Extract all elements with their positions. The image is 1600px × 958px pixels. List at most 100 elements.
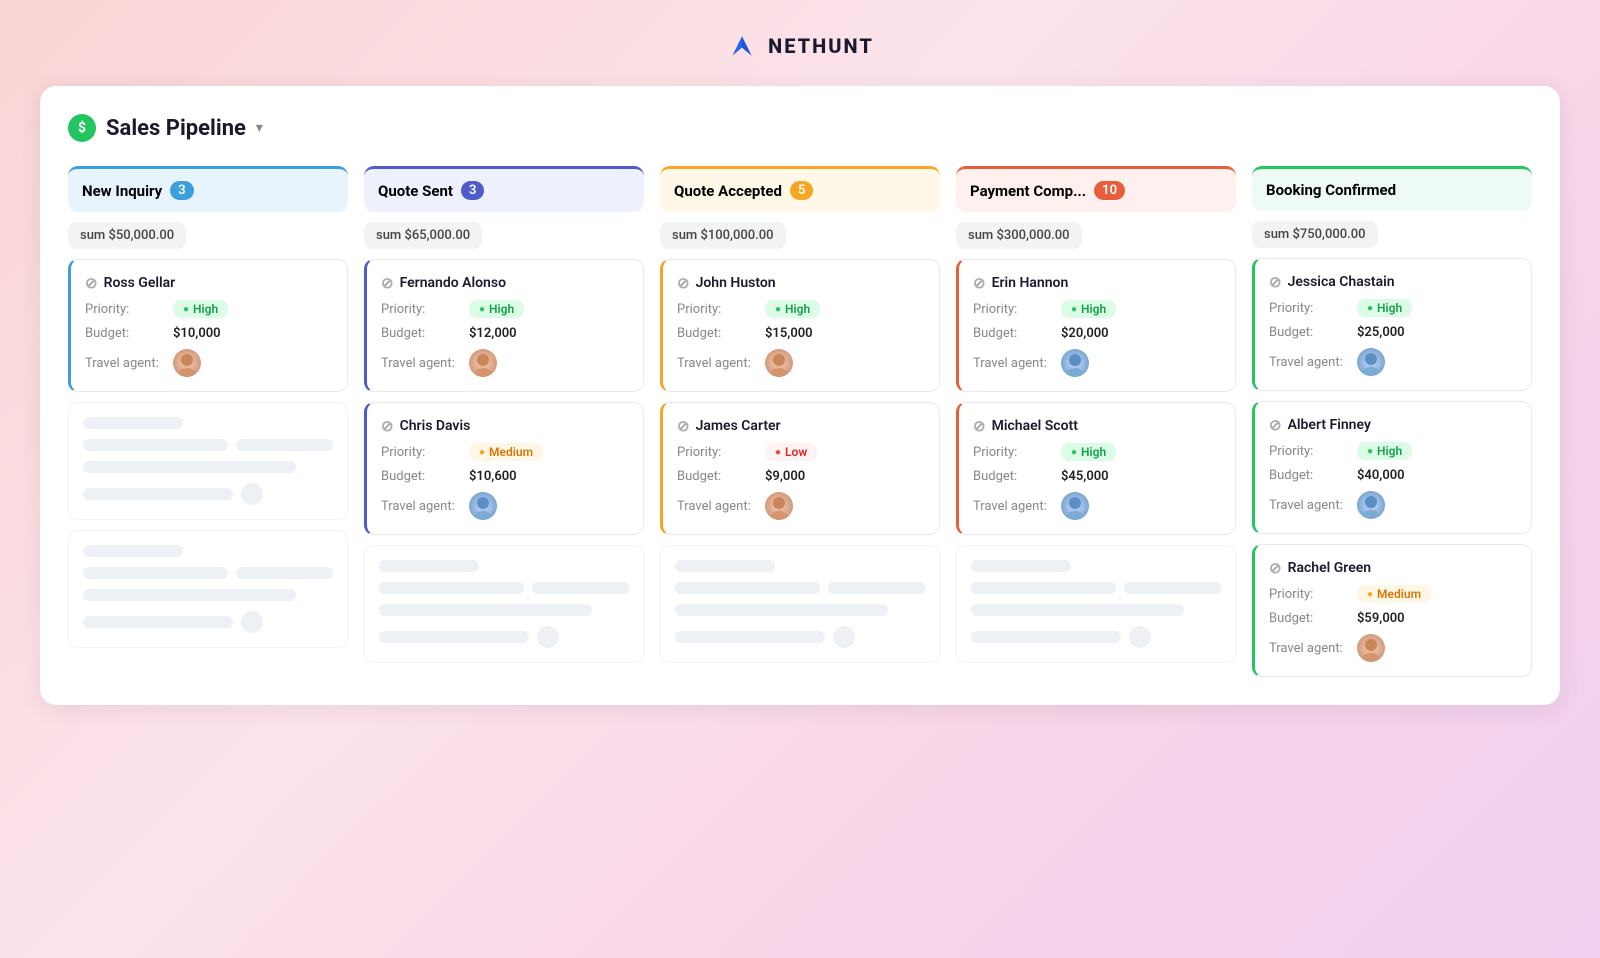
- nethunt-logo: NetHunt: [726, 30, 874, 62]
- card-name: ⊘ John Huston: [677, 274, 925, 292]
- priority-dot: ●: [1367, 446, 1373, 457]
- card-erin-hannon[interactable]: ⊘ Erin Hannon Priority: ● High Budget: $…: [956, 259, 1236, 392]
- skeleton-card-5: [956, 545, 1236, 663]
- card-name: ⊘ Chris Davis: [381, 417, 629, 435]
- column-payment-comp: Payment Comp... 10 sum $300,000.00 ⊘ Eri…: [956, 166, 1236, 677]
- column-count-new-inquiry: 3: [170, 181, 193, 200]
- columns-wrapper: New Inquiry 3 sum $50,000.00 ⊘ Ross Gell…: [68, 166, 1532, 677]
- column-quote-accepted: Quote Accepted 5 sum $100,000.00 ⊘ John …: [660, 166, 940, 677]
- check-icon: ⊘: [973, 417, 986, 435]
- priority-badge-low: ● Low: [765, 443, 817, 461]
- card-agent-row: Travel agent:: [381, 492, 629, 520]
- card-name: ⊘ Albert Finney: [1269, 416, 1517, 434]
- priority-badge-high: ● High: [1061, 300, 1116, 318]
- board-title-chevron-icon[interactable]: ▾: [256, 120, 263, 136]
- card-budget-row: Budget: $9,000: [677, 469, 925, 484]
- priority-dot: ●: [775, 447, 781, 458]
- priority-dot: ●: [775, 304, 781, 315]
- check-icon: ⊘: [381, 274, 394, 292]
- card-priority-row: Priority: ● High: [85, 300, 333, 318]
- card-agent-row: Travel agent:: [677, 349, 925, 377]
- priority-badge-high: ● High: [1061, 443, 1116, 461]
- card-albert-finney[interactable]: ⊘ Albert Finney Priority: ● High Budget:…: [1252, 401, 1532, 534]
- check-icon: ⊘: [381, 417, 394, 435]
- column-header-left: Quote Accepted 5: [674, 181, 813, 200]
- card-priority-row: Priority: ● Medium: [381, 443, 629, 461]
- card-jessica-chastain[interactable]: ⊘ Jessica Chastain Priority: ● High Budg…: [1252, 258, 1532, 391]
- column-sum-quote-sent: sum $65,000.00: [364, 222, 644, 249]
- check-icon: ⊘: [973, 274, 986, 292]
- skeleton-card-4: [660, 545, 940, 663]
- board-title-row: $ Sales Pipeline ▾: [68, 114, 1532, 142]
- card-agent-row: Travel agent:: [1269, 634, 1517, 662]
- card-agent-row: Travel agent:: [381, 349, 629, 377]
- check-icon: ⊘: [1269, 559, 1282, 577]
- card-rachel-green[interactable]: ⊘ Rachel Green Priority: ● Medium Budget…: [1252, 544, 1532, 677]
- card-budget-row: Budget: $25,000: [1269, 325, 1517, 340]
- skeleton-card-1: [68, 402, 348, 520]
- card-agent-row: Travel agent:: [973, 349, 1221, 377]
- skeleton-card-3: [364, 545, 644, 663]
- avatar: [1357, 491, 1385, 519]
- card-agent-row: Travel agent:: [1269, 491, 1517, 519]
- column-count-payment-comp: 10: [1094, 181, 1125, 200]
- priority-dot: ●: [479, 447, 485, 458]
- column-header-payment-comp: Payment Comp... 10: [956, 166, 1236, 212]
- avatar: [765, 492, 793, 520]
- check-icon: ⊘: [85, 274, 98, 292]
- card-fernando-alonso[interactable]: ⊘ Fernando Alonso Priority: ● High Budge…: [364, 259, 644, 392]
- column-label-booking-confirmed: Booking Confirmed: [1266, 181, 1396, 199]
- priority-dot: ●: [1367, 303, 1373, 314]
- skeleton-card-2: [68, 530, 348, 648]
- avatar: [469, 492, 497, 520]
- priority-badge-high: ● High: [765, 300, 820, 318]
- column-label-quote-sent: Quote Sent: [378, 182, 453, 200]
- avatar: [1061, 349, 1089, 377]
- board-container: $ Sales Pipeline ▾ New Inquiry 3 sum $50…: [40, 86, 1560, 705]
- card-budget-row: Budget: $15,000: [677, 326, 925, 341]
- priority-badge-high: ● High: [173, 300, 228, 318]
- priority-badge-medium: ● Medium: [469, 443, 543, 461]
- column-booking-confirmed: Booking Confirmed sum $750,000.00 ⊘ Jess…: [1252, 166, 1532, 677]
- card-name: ⊘ Jessica Chastain: [1269, 273, 1517, 291]
- card-priority-row: Priority: ● High: [973, 300, 1221, 318]
- column-header-left: New Inquiry 3: [82, 181, 194, 200]
- card-name: ⊘ Fernando Alonso: [381, 274, 629, 292]
- card-agent-row: Travel agent:: [973, 492, 1221, 520]
- card-budget-row: Budget: $45,000: [973, 469, 1221, 484]
- column-label-payment-comp: Payment Comp...: [970, 182, 1086, 200]
- column-quote-sent: Quote Sent 3 sum $65,000.00 ⊘ Fernando A…: [364, 166, 644, 677]
- card-name: ⊘ Erin Hannon: [973, 274, 1221, 292]
- card-michael-scott[interactable]: ⊘ Michael Scott Priority: ● High Budget:…: [956, 402, 1236, 535]
- priority-badge-high: ● High: [1357, 442, 1412, 460]
- card-budget-row: Budget: $40,000: [1269, 468, 1517, 483]
- card-james-carter[interactable]: ⊘ James Carter Priority: ● Low Budget: $…: [660, 402, 940, 535]
- column-count-quote-sent: 3: [461, 181, 484, 200]
- card-chris-davis[interactable]: ⊘ Chris Davis Priority: ● Medium Budget:…: [364, 402, 644, 535]
- board-title: Sales Pipeline: [106, 116, 246, 141]
- column-header-left: Booking Confirmed: [1266, 181, 1396, 199]
- card-budget-row: Budget: $10,000: [85, 326, 333, 341]
- column-label-quote-accepted: Quote Accepted: [674, 182, 782, 200]
- board-title-icon: $: [68, 114, 96, 142]
- column-header-quote-accepted: Quote Accepted 5: [660, 166, 940, 212]
- card-name: ⊘ Ross Gellar: [85, 274, 333, 292]
- card-john-huston[interactable]: ⊘ John Huston Priority: ● High Budget: $…: [660, 259, 940, 392]
- column-count-quote-accepted: 5: [790, 181, 813, 200]
- avatar: [1357, 348, 1385, 376]
- card-ross-gellar[interactable]: ⊘ Ross Gellar Priority: ● High Budget: $…: [68, 259, 348, 392]
- check-icon: ⊘: [677, 417, 690, 435]
- priority-dot: ●: [1367, 589, 1373, 600]
- avatar: [469, 349, 497, 377]
- column-new-inquiry: New Inquiry 3 sum $50,000.00 ⊘ Ross Gell…: [68, 166, 348, 677]
- app-header: NetHunt: [726, 20, 874, 62]
- priority-badge-medium: ● Medium: [1357, 585, 1431, 603]
- check-icon: ⊘: [1269, 416, 1282, 434]
- column-sum-quote-accepted: sum $100,000.00: [660, 222, 940, 249]
- priority-dot: ●: [1071, 304, 1077, 315]
- card-priority-row: Priority: ● High: [677, 300, 925, 318]
- card-budget-row: Budget: $10,600: [381, 469, 629, 484]
- card-priority-row: Priority: ● High: [381, 300, 629, 318]
- card-name: ⊘ Michael Scott: [973, 417, 1221, 435]
- column-header-booking-confirmed: Booking Confirmed: [1252, 166, 1532, 211]
